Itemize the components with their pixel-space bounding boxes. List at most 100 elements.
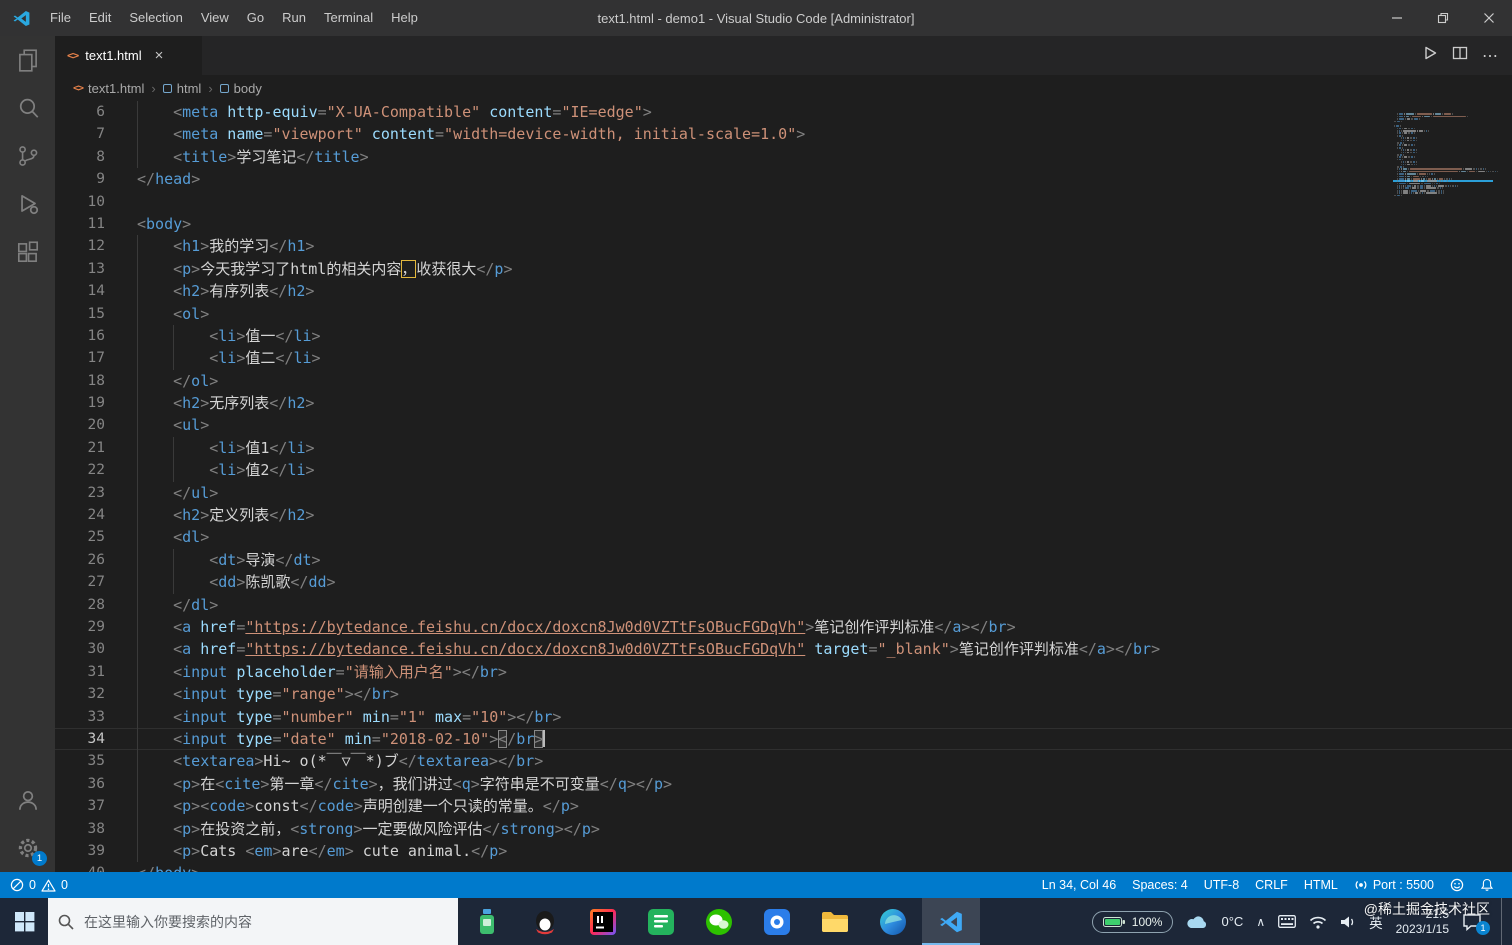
code-line-25[interactable]: 25 <dl> [55,526,1512,549]
settings-gear-icon[interactable]: 1 [0,824,55,872]
taskbar-app-edge[interactable] [864,898,922,945]
touch-keyboard-icon[interactable] [1278,915,1297,928]
close-button[interactable] [1466,0,1512,36]
code-line-23[interactable]: 23 </ul> [55,481,1512,505]
menu-selection[interactable]: Selection [120,0,191,36]
breadcrumb-item-text1-html[interactable]: <> text1.html [73,81,144,96]
code-line-32[interactable]: 32 <input type="range"></br> [55,683,1512,706]
tab-text1-html[interactable]: <> text1.html × [55,36,203,75]
source-control-icon[interactable] [0,132,55,180]
temperature[interactable]: 0°C [1221,914,1243,929]
menu-file[interactable]: File [41,0,80,36]
code-line-18[interactable]: 18 </ol> [55,369,1512,393]
taskbar-search-input[interactable] [82,912,448,931]
code-line-10[interactable]: 10 [55,191,1512,213]
taskbar-app-idea[interactable] [574,898,632,945]
breadcrumb-item-html[interactable]: html [162,81,201,96]
code-token: 今天我学习了html的相关内容 [200,259,402,278]
minimap[interactable] [1393,101,1499,197]
run-debug-icon[interactable] [0,180,55,228]
code-line-12[interactable]: 12 <h1>我的学习</h1> [55,235,1512,258]
code-token: type [236,685,273,704]
taskbar-app-green-doc[interactable] [632,898,690,945]
code-line-39[interactable]: 39 <p>Cats <em>are</em> cute animal.</p> [55,839,1512,863]
code-line-34[interactable]: 34 <input type="date" min="2018-02-10"></… [55,727,1512,751]
menu-go[interactable]: Go [238,0,273,36]
code-line-22[interactable]: 22 <li>值2</li> [55,459,1512,482]
code-line-9[interactable]: 9 </head> [55,168,1512,190]
code-line-7[interactable]: 7 <meta name="viewport" content="width=de… [55,123,1512,146]
run-button[interactable] [1422,45,1438,66]
status-encoding[interactable]: UTF-8 [1196,878,1247,892]
more-actions-icon[interactable]: ⋯ [1482,46,1498,66]
code-line-35[interactable]: 35 <textarea>Hi~ o(*￣▽￣*)ブ</textarea></br… [55,750,1512,773]
menu-run[interactable]: Run [273,0,315,36]
code-line-31[interactable]: 31 <input placeholder="请输入用户名"></br> [55,660,1512,684]
code-line-37[interactable]: 37 <p><code>const</code>声明创建一个只读的常量。</p> [55,795,1512,818]
code-line-21[interactable]: 21 <li>值1</li> [55,436,1512,460]
code-line-24[interactable]: 24 <h2>定义列表</h2> [55,504,1512,527]
minimize-button[interactable] [1374,0,1420,36]
code-token: > [200,416,210,435]
battery-indicator[interactable]: 100% [1091,910,1174,933]
code-line-33[interactable]: 33 <input type="number" min="1" max="10">… [55,705,1512,728]
live-server-port[interactable]: Port : 5500 [1346,878,1442,892]
code-line-36[interactable]: 36 <p>在<cite>第一章</cite>，我们讲过<q>字符串是不可变量</… [55,772,1512,796]
code-line-8[interactable]: 8 <title>学习笔记</title> [55,145,1512,169]
editor-actions: ⋯ [1422,36,1512,75]
code-line-11[interactable]: 11 <body> [55,213,1512,235]
status-language[interactable]: HTML [1296,878,1346,892]
code-line-40[interactable]: 40 </body> [55,862,1512,872]
taskbar-app-cleaner[interactable] [458,898,516,945]
code-editor[interactable]: 6 <meta http-equiv="X-UA-Compatible" cont… [55,101,1512,872]
status-cursor-position[interactable]: Ln 34, Col 46 [1034,878,1124,892]
volume-icon[interactable] [1340,915,1356,929]
taskbar-app-explorer[interactable] [806,898,864,945]
split-editor-icon[interactable] [1452,45,1468,66]
code-area[interactable]: 6 <meta http-equiv="X-UA-Compatible" cont… [55,101,1512,872]
code-line-28[interactable]: 28 </dl> [55,593,1512,616]
notifications-bell-icon[interactable] [1472,878,1502,892]
code-line-15[interactable]: 15 <ol> [55,302,1512,325]
code-line-16[interactable]: 16 <li>值一</li> [55,324,1512,348]
code-line-14[interactable]: 14 <h2>有序列表</h2> [55,280,1512,303]
taskbar-app-blue[interactable] [748,898,806,945]
close-tab-icon[interactable]: × [155,48,164,63]
menu-view[interactable]: View [192,0,238,36]
code-token: meta [182,103,219,121]
problems-indicator[interactable]: 0 0 [10,878,68,892]
code-line-13[interactable]: 13 <p>今天我学习了html的相关内容，收获很大</p> [55,257,1512,281]
start-button[interactable] [0,898,48,945]
code-line-6[interactable]: 6 <meta http-equiv="X-UA-Compatible" cont… [55,101,1512,124]
menu-edit[interactable]: Edit [80,0,120,36]
taskbar-app-qq[interactable] [516,898,574,945]
code-line-38[interactable]: 38 <p>在投资之前，<strong>一定要做风险评估</strong></p> [55,817,1512,840]
code-line-29[interactable]: 29 <a href="https://bytedance.feishu.cn/d… [55,615,1512,639]
explorer-icon[interactable] [0,36,55,84]
search-icon[interactable] [0,84,55,132]
chevron-up-icon[interactable]: ∧ [1256,915,1265,929]
code-line-19[interactable]: 19 <h2>无序列表</h2> [55,392,1512,415]
status-indentation[interactable]: Spaces: 4 [1124,878,1196,892]
menu-terminal[interactable]: Terminal [315,0,382,36]
extensions-icon[interactable] [0,228,55,276]
status-eol[interactable]: CRLF [1247,878,1296,892]
account-icon[interactable] [0,776,55,824]
menu-help[interactable]: Help [382,0,427,36]
text-cursor [543,729,546,747]
code-line-17[interactable]: 17 <li>值二</li> [55,347,1512,370]
code-line-20[interactable]: 20 <ul> [55,414,1512,437]
show-desktop-button[interactable] [1501,898,1506,945]
feedback-icon[interactable] [1442,878,1472,892]
code-line-26[interactable]: 26 <dt>导演</dt> [55,548,1512,572]
restore-button[interactable] [1420,0,1466,36]
taskbar-app-vscode[interactable] [922,898,980,945]
breadcrumb-item-body[interactable]: body [219,81,262,96]
code-line-27[interactable]: 27 <dd>陈凯歌</dd> [55,571,1512,594]
network-icon[interactable] [1309,915,1327,929]
code-token: </ [173,371,192,390]
weather-cloud-icon[interactable] [1186,915,1208,929]
taskbar-search[interactable] [48,898,458,945]
taskbar-app-wechat[interactable] [690,898,748,945]
code-line-30[interactable]: 30 <a href="https://bytedance.feishu.cn/d… [55,638,1512,661]
